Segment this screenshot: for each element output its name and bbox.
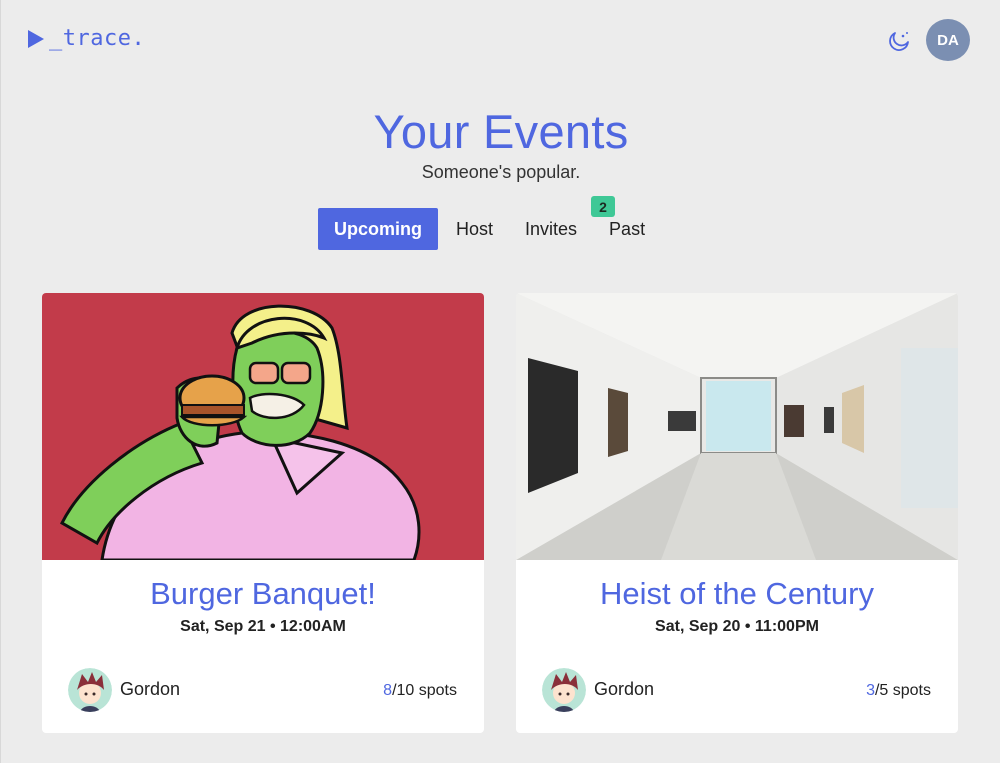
event-card[interactable]: Burger Banquet! Sat, Sep 21 • 12:00AM Go…	[42, 293, 484, 733]
event-date: Sat, Sep 20 • 11:00PM	[655, 618, 819, 635]
user-avatar[interactable]: DA	[926, 19, 970, 61]
host-name: Gordon	[594, 679, 655, 699]
tab-invites-label: Invites	[525, 218, 578, 239]
host-avatar	[68, 668, 112, 712]
spots-total: /10 spots	[392, 682, 457, 699]
event-cover-image	[42, 293, 484, 560]
host-avatar	[542, 668, 586, 712]
play-triangle-icon	[28, 29, 44, 48]
page-title: Your Events	[373, 105, 629, 158]
tab-past[interactable]: Past	[593, 208, 661, 250]
spots-total: /5 spots	[874, 682, 931, 699]
moon-icon	[889, 32, 909, 51]
event-title[interactable]: Burger Banquet!	[42, 576, 484, 612]
host-name: Gordon	[120, 679, 181, 699]
spots-taken: 3	[866, 682, 875, 699]
tab-host[interactable]: Host	[440, 208, 509, 250]
logo[interactable]: _trace.	[27, 26, 145, 51]
theme-toggle-button[interactable]	[888, 29, 912, 53]
logo-text: _trace.	[49, 26, 146, 51]
event-tabs: Upcoming Host Invites 2 Past	[318, 196, 661, 250]
tab-invites[interactable]: Invites 2	[509, 196, 616, 250]
event-title[interactable]: Heist of the Century	[516, 576, 958, 612]
event-date: Sat, Sep 21 • 12:00AM	[180, 618, 346, 635]
event-cover-image	[516, 293, 958, 560]
spots-taken: 8	[383, 682, 393, 699]
spots-count: 8/10 spots	[383, 682, 457, 700]
tab-upcoming[interactable]: Upcoming	[318, 208, 438, 250]
page-subtitle: Someone's popular.	[421, 162, 581, 182]
event-card[interactable]: Heist of the Century Sat, Sep 20 • 11:00…	[516, 293, 958, 733]
spots-count: 3/5 spots	[866, 682, 931, 700]
app-root: _trace. DA Your Events Someone's popular…	[0, 0, 1000, 763]
